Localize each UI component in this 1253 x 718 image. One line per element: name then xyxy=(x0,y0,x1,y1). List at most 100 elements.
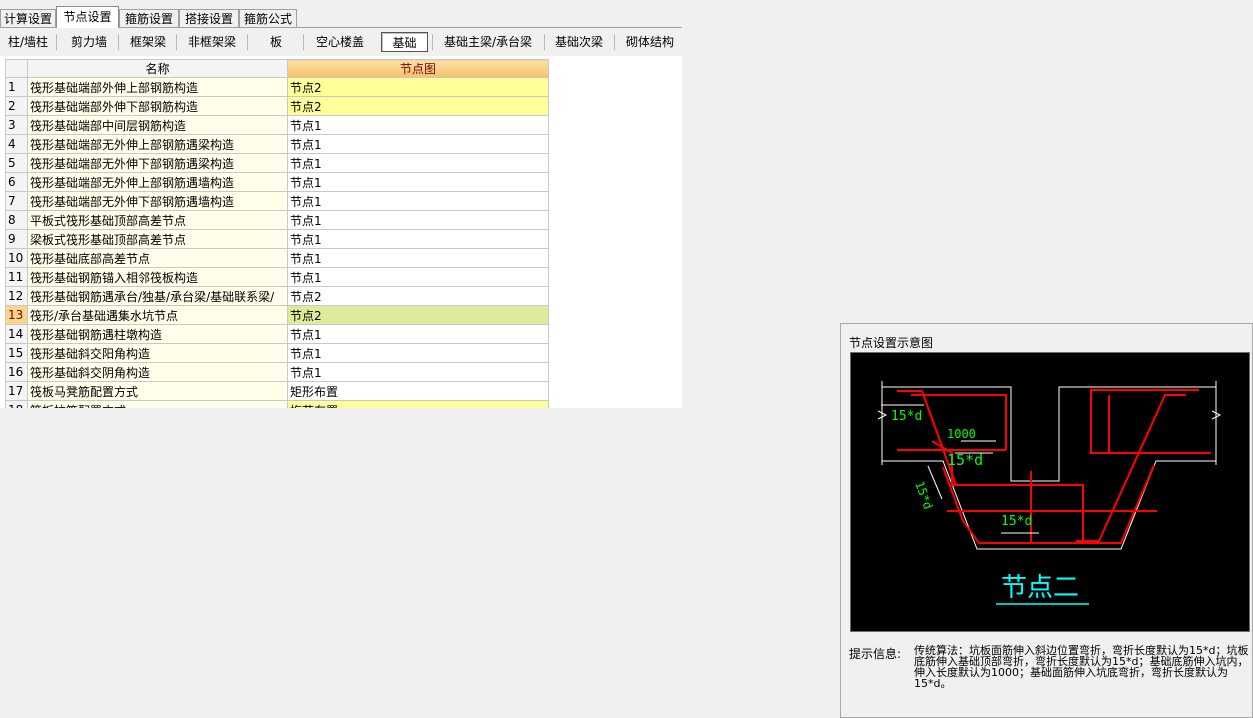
category-separator xyxy=(56,34,57,50)
row-index-cell: 14 xyxy=(5,324,28,344)
row-node-value-cell[interactable]: 节点1 xyxy=(287,210,549,230)
table-row[interactable]: 5 筏形基础端部无外伸下部钢筋遇梁构造 节点1 xyxy=(5,153,549,173)
category-foundation[interactable]: 基础 xyxy=(381,32,428,52)
row-index-cell: 12 xyxy=(5,286,28,306)
table-row[interactable]: 4 筏形基础端部无外伸上部钢筋遇梁构造 节点1 xyxy=(5,134,549,154)
row-index-cell: 2 xyxy=(5,96,28,116)
dim-label-slope-15d: 15*d xyxy=(912,479,935,511)
table-row[interactable]: 9 梁板式筏形基础顶部高差节点 节点1 xyxy=(5,229,549,249)
table-row[interactable]: 11 筏形基础钢筋锚入相邻筏板构造 节点1 xyxy=(5,267,549,287)
row-node-value-cell[interactable]: 节点1 xyxy=(287,343,549,363)
row-name-cell: 筏形基础端部外伸上部钢筋构造 xyxy=(27,77,288,97)
table-row[interactable]: 2 筏形基础端部外伸下部钢筋构造 节点2 xyxy=(5,96,549,116)
row-index-cell: 10 xyxy=(5,248,28,268)
category-separator xyxy=(303,34,304,50)
category-frame-beam[interactable]: 框架梁 xyxy=(124,32,172,52)
slab-top-outline xyxy=(882,386,1216,482)
row-index-cell: 1 xyxy=(5,77,28,97)
hint-label: 提示信息: xyxy=(849,647,902,661)
node-diagram: 15*d 1000 15*d 15*d 15*d 节点二 xyxy=(850,352,1250,632)
table-row[interactable]: 12 筏形基础钢筋遇承台/独基/承台梁/基础联系梁/节点2 xyxy=(5,286,549,306)
hint-text: 传统算法：坑板面筋伸入斜边位置弯折，弯折长度默认为15*d；坑板底筋伸入基础顶部… xyxy=(914,644,1249,690)
category-slab[interactable]: 板 xyxy=(256,32,296,52)
tab-lap-settings[interactable]: 搭接设置 xyxy=(179,9,239,27)
tab-stirrup-formula[interactable]: 箍筋公式 xyxy=(239,9,297,27)
tab-node-settings[interactable]: 节点设置 xyxy=(56,6,119,28)
category-separator xyxy=(614,34,615,50)
dim-label-bottom-15d: 15*d xyxy=(1001,514,1032,529)
row-node-value-cell[interactable]: 节点2 xyxy=(287,77,549,97)
category-masonry[interactable]: 砌体结构 xyxy=(620,32,680,52)
row-index-cell: 13 xyxy=(5,305,28,325)
diagram-caption: 节点二 xyxy=(1001,573,1079,603)
category-foundation-secondary-beam[interactable]: 基础次梁 xyxy=(549,32,609,52)
row-name-cell: 筏形基础斜交阳角构造 xyxy=(27,343,288,363)
table-row[interactable]: 18筏板拉筋配置方式梅花布置 xyxy=(5,400,549,408)
row-name-cell: 筏形基础端部无外伸下部钢筋遇墙构造 xyxy=(27,191,288,211)
row-node-value-cell[interactable]: 节点2 xyxy=(287,286,549,306)
row-node-value-cell[interactable]: 节点1 xyxy=(287,362,549,382)
category-column[interactable]: 柱/墙柱 xyxy=(3,32,53,52)
table-row[interactable]: 17 筏板马凳筋配置方式 矩形布置 xyxy=(5,381,549,401)
row-node-value-cell[interactable]: 节点1 xyxy=(287,229,549,249)
table-header-row: 名称 节点图 xyxy=(5,59,549,78)
category-shear-wall[interactable]: 剪力墙 xyxy=(64,32,114,52)
row-name-cell: 平板式筏形基础顶部高差节点 xyxy=(27,210,288,230)
row-name-cell: 筏形基础端部外伸下部钢筋构造 xyxy=(27,96,288,116)
row-node-value-cell[interactable]: 节点2 xyxy=(287,96,549,116)
column-header-name[interactable]: 名称 xyxy=(27,59,288,78)
category-non-frame-beam[interactable]: 非框架梁 xyxy=(182,32,242,52)
row-node-value-cell[interactable]: 节点1 xyxy=(287,153,549,173)
row-node-value-cell[interactable]: 矩形布置 xyxy=(287,381,549,401)
table-row[interactable]: 13 筏形/承台基础遇集水坑节点 节点2 xyxy=(5,305,549,325)
row-index-cell: 9 xyxy=(5,229,28,249)
category-hollow-floor[interactable]: 空心楼盖 xyxy=(310,32,370,52)
row-node-value-cell[interactable]: 节点1 xyxy=(287,267,549,287)
node-diagram-svg: 15*d 1000 15*d 15*d 15*d 节点二 xyxy=(877,381,1222,605)
category-foundation-main-beam[interactable]: 基础主梁/承台梁 xyxy=(437,32,539,52)
row-index-cell: 6 xyxy=(5,172,28,192)
dim-label-mid-15d: 15*d xyxy=(947,451,983,469)
row-node-value-cell[interactable]: 节点1 xyxy=(287,191,549,211)
category-separator xyxy=(432,34,433,50)
row-name-cell: 梁板式筏形基础顶部高差节点 xyxy=(27,229,288,249)
dim-label-1000: 1000 xyxy=(947,427,976,441)
column-header-node[interactable]: 节点图 xyxy=(287,59,549,78)
row-name-cell: 筏形基础端部无外伸上部钢筋遇梁构造 xyxy=(27,134,288,154)
settings-tabbar: 计算设置 节点设置 箍筋设置 搭接设置 箍筋公式 xyxy=(0,0,682,28)
table-row[interactable]: 3 筏形基础端部中间层钢筋构造 节点1 xyxy=(5,115,549,135)
row-node-value-cell[interactable]: 梅花布置 xyxy=(287,400,549,408)
row-node-value-cell[interactable]: 节点1 xyxy=(287,115,549,135)
table-row[interactable]: 10 筏形基础底部高差节点 节点1 xyxy=(5,248,549,268)
tab-stirrup-settings[interactable]: 箍筋设置 xyxy=(119,9,179,27)
row-name-cell: 筏形基础底部高差节点 xyxy=(27,248,288,268)
row-name-cell: 筏形基础钢筋遇柱墩构造 xyxy=(27,324,288,344)
row-node-value-cell[interactable]: 节点1 xyxy=(287,248,549,268)
table-row[interactable]: 16 筏形基础斜交阴角构造 节点1 xyxy=(5,362,549,382)
node-settings-table: 名称 节点图 1 筏形基础端部外伸上部钢筋构造 节点2 2 筏形基础端部外伸下部钢筋构造… xyxy=(5,59,549,408)
row-name-cell: 筏形基础端部无外伸下部钢筋遇梁构造 xyxy=(27,153,288,173)
table-row[interactable]: 7 筏形基础端部无外伸下部钢筋遇墙构造 节点1 xyxy=(5,191,549,211)
table-body: 1 筏形基础端部外伸上部钢筋构造 节点2 2 筏形基础端部外伸下部钢筋构造 节点2 3 筏形基… xyxy=(5,77,549,408)
row-name-cell: 筏形基础钢筋锚入相邻筏板构造 xyxy=(27,267,288,287)
category-separator xyxy=(247,34,248,50)
table-row[interactable]: 8 平板式筏形基础顶部高差节点 节点1 xyxy=(5,210,549,230)
row-index-cell: 5 xyxy=(5,153,28,173)
table-row[interactable]: 6 筏形基础端部无外伸上部钢筋遇墙构造 节点1 xyxy=(5,172,549,192)
node-settings-grid[interactable]: 名称 节点图 1 筏形基础端部外伸上部钢筋构造 节点2 2 筏形基础端部外伸下部钢筋构造… xyxy=(0,56,682,408)
table-row[interactable]: 15 筏形基础斜交阳角构造 节点1 xyxy=(5,343,549,363)
tab-calc-settings[interactable]: 计算设置 xyxy=(0,9,56,27)
corner-header xyxy=(5,59,28,78)
panel-title: 节点设置示意图 xyxy=(849,336,934,350)
row-node-value-cell[interactable]: 节点1 xyxy=(287,134,549,154)
row-node-value-cell[interactable]: 节点2 xyxy=(287,305,549,325)
component-category-bar: 柱/墙柱 剪力墙 框架梁 非框架梁 板 空心楼盖 基础 基础主梁/承台梁 基础次… xyxy=(0,28,682,56)
row-name-cell: 筏形基础端部无外伸上部钢筋遇墙构造 xyxy=(27,172,288,192)
table-row[interactable]: 14 筏形基础钢筋遇柱墩构造 节点1 xyxy=(5,324,549,344)
row-node-value-cell[interactable]: 节点1 xyxy=(287,324,549,344)
row-name-cell: 筏形基础斜交阴角构造 xyxy=(27,362,288,382)
row-node-value-cell[interactable]: 节点1 xyxy=(287,172,549,192)
table-row[interactable]: 1 筏形基础端部外伸上部钢筋构造 节点2 xyxy=(5,77,549,97)
concrete-outline xyxy=(877,381,1222,550)
row-name-cell: 筏形/承台基础遇集水坑节点 xyxy=(27,305,288,325)
